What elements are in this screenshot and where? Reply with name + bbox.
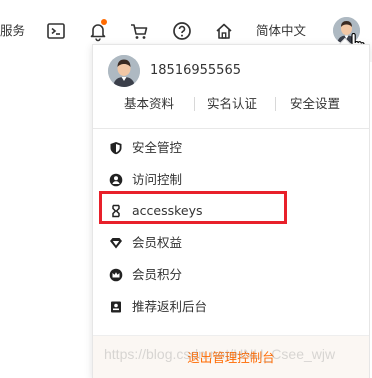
- diamond-icon: [109, 236, 123, 250]
- home-icon[interactable]: [213, 20, 235, 42]
- security-settings-link[interactable]: 安全设置: [290, 95, 340, 113]
- panel-avatar: [108, 55, 140, 87]
- menu-item-label: 安全管控: [132, 140, 183, 155]
- watermark-text: https://blog.csdn.net/HNU_Csee_wjw: [104, 346, 336, 362]
- help-icon[interactable]: [171, 20, 193, 42]
- panel-divider: [93, 128, 371, 129]
- cart-icon[interactable]: [128, 20, 150, 42]
- link-separator: [275, 97, 276, 111]
- account-links-row: 基本资料 实名认证 安全设置: [93, 93, 371, 115]
- menu-item-label: 访问控制: [132, 172, 183, 187]
- user-dropdown-panel: 18516955565 基本资料 实名认证 安全设置 安全管控 访问控制 acc…: [92, 44, 371, 378]
- badge-icon: [109, 300, 123, 314]
- services-menu-label[interactable]: 服务: [0, 22, 25, 40]
- user-icon: [109, 173, 123, 187]
- notification-dot: [101, 19, 107, 25]
- basic-profile-link[interactable]: 基本资料: [124, 95, 174, 113]
- menu-item-label: 推荐返利后台: [132, 299, 208, 314]
- menu-item-label: 会员权益: [132, 235, 183, 250]
- language-switch[interactable]: 简体中文: [256, 22, 306, 40]
- link-separator: [194, 97, 195, 111]
- highlight-annotation-box: [99, 191, 287, 224]
- real-name-verification-link[interactable]: 实名认证: [207, 95, 257, 113]
- menu-item-security-control[interactable]: 安全管控: [93, 133, 369, 163]
- menu-item-label: 会员积分: [132, 267, 183, 282]
- menu-item-member-benefits[interactable]: 会员权益: [93, 228, 369, 258]
- crown-icon: [109, 268, 123, 282]
- menu-item-member-points[interactable]: 会员积分: [93, 260, 369, 290]
- account-phone-number: 18516955565: [150, 63, 241, 78]
- terminal-icon[interactable]: [45, 20, 67, 42]
- menu-item-referral-backend[interactable]: 推荐返利后台: [93, 292, 369, 322]
- shield-icon: [109, 141, 123, 155]
